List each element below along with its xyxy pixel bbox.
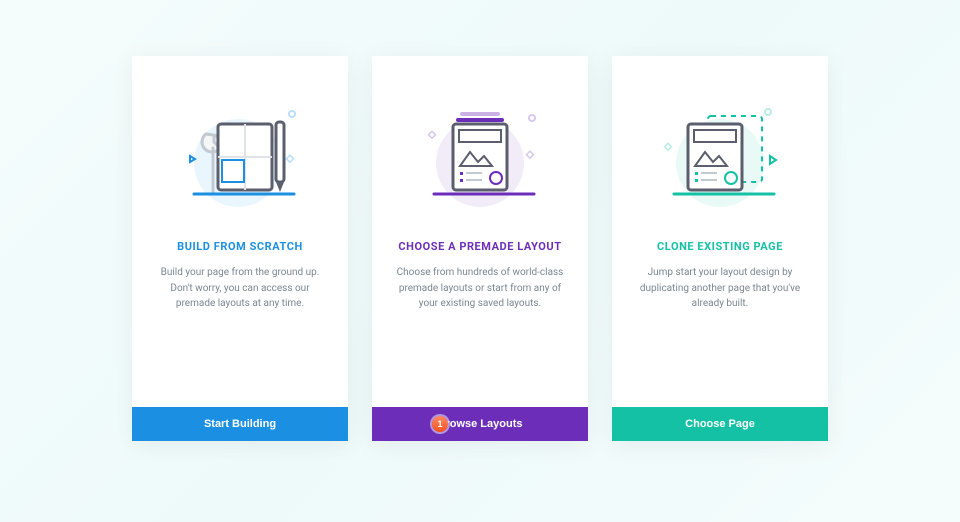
- card-title: BUILD FROM SCRATCH: [177, 240, 303, 253]
- cta-label: Browse Layouts: [438, 418, 523, 430]
- option-cards: BUILD FROM SCRATCH Build your page from …: [132, 56, 828, 441]
- card-choose-premade-layout: CHOOSE A PREMADE LAYOUT Choose from hund…: [372, 56, 588, 441]
- card-body: Choose from hundreds of world-class prem…: [372, 253, 588, 312]
- card-title: CHOOSE A PREMADE LAYOUT: [398, 240, 561, 253]
- cta-label: Choose Page: [685, 418, 755, 430]
- cta-label: Start Building: [204, 418, 276, 430]
- card-body: Jump start your layout design by duplica…: [612, 253, 828, 312]
- scratch-illustration-icon: [132, 56, 348, 226]
- choose-page-button[interactable]: Choose Page: [612, 407, 828, 441]
- step-badge: 1: [432, 416, 448, 432]
- card-clone-existing-page: CLONE EXISTING PAGE Jump start your layo…: [612, 56, 828, 441]
- card-body: Build your page from the ground up. Don'…: [132, 253, 348, 312]
- card-build-from-scratch: BUILD FROM SCRATCH Build your page from …: [132, 56, 348, 441]
- browse-layouts-button[interactable]: 1 Browse Layouts: [372, 407, 588, 441]
- premade-illustration-icon: [372, 56, 588, 226]
- start-building-button[interactable]: Start Building: [132, 407, 348, 441]
- card-title: CLONE EXISTING PAGE: [657, 240, 783, 253]
- clone-illustration-icon: [612, 56, 828, 226]
